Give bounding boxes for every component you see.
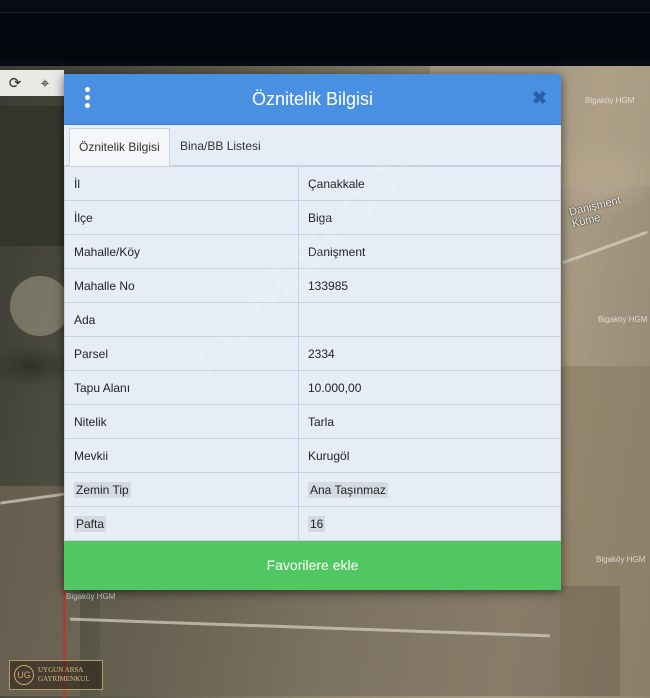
dialog-header: Öznitelik Bilgisi ✖ bbox=[64, 74, 561, 125]
attribute-value: Kurugöl bbox=[298, 438, 561, 473]
attribute-value bbox=[298, 302, 561, 337]
tab-building-list[interactable]: Bina/BB Listesi bbox=[171, 128, 270, 164]
attribute-value: 10.000,00 bbox=[298, 370, 561, 405]
table-row: Ada bbox=[64, 302, 561, 337]
attribute-value: Biga bbox=[298, 200, 561, 235]
table-row: İlçe Biga bbox=[64, 200, 561, 235]
attribute-value: 16 bbox=[298, 506, 561, 541]
attribute-key: Nitelik bbox=[64, 404, 299, 439]
logo-mark: UG bbox=[14, 665, 34, 685]
tab-attribute-info[interactable]: Öznitelik Bilgisi bbox=[69, 128, 170, 166]
attribute-table: İl Çanakkale İlçe Biga Mahalle/Köy Danişment M… bbox=[64, 166, 561, 541]
attribute-value: Danişment bbox=[298, 234, 561, 269]
refresh-icon[interactable]: ⟳ bbox=[0, 74, 30, 92]
attribute-value: Tarla bbox=[298, 404, 561, 439]
locate-icon[interactable]: ⌖ bbox=[30, 75, 60, 92]
table-row: Zemin Tip Ana Taşınmaz bbox=[64, 472, 561, 507]
logo-line-2: GAYRİMENKUL bbox=[38, 675, 90, 683]
tab-bar: Öznitelik Bilgisi Bina/BB Listesi bbox=[64, 125, 561, 166]
table-row: Parsel 2334 bbox=[64, 336, 561, 371]
map-label: Bigaköy HGM bbox=[596, 555, 646, 564]
table-row: Pafta 16 bbox=[64, 506, 561, 541]
attribute-key: Mahalle No bbox=[64, 268, 299, 303]
attribute-key: Zemin Tip bbox=[64, 472, 299, 507]
table-row: Mevkii Kurugöl bbox=[64, 438, 561, 473]
table-row: Mahalle/Köy Danişment bbox=[64, 234, 561, 269]
attribute-key: Parsel bbox=[64, 336, 299, 371]
attribute-key: İl bbox=[64, 166, 299, 201]
attribute-value: 2334 bbox=[298, 336, 561, 371]
map-label: Bigaköy HGM bbox=[598, 315, 648, 324]
company-logo: UG UYGUN ARSA GAYRİMENKUL bbox=[9, 660, 103, 690]
attribute-info-dialog: Öznitelik Bilgisi ✖ Öznitelik Bilgisi Bi… bbox=[64, 74, 561, 590]
close-icon[interactable]: ✖ bbox=[532, 88, 547, 109]
attribute-key: Tapu Alanı bbox=[64, 370, 299, 405]
map-label: Bigaköy HGM bbox=[585, 96, 635, 105]
attribute-value: Ana Taşınmaz bbox=[298, 472, 561, 507]
table-row: İl Çanakkale bbox=[64, 166, 561, 201]
dialog-title: Öznitelik Bilgisi bbox=[251, 89, 374, 109]
attribute-key: Mahalle/Köy bbox=[64, 234, 299, 269]
add-to-favorites-button[interactable]: Favorilere ekle bbox=[64, 541, 561, 590]
attribute-value: 133985 bbox=[298, 268, 561, 303]
logo-line-1: UYGUN ARSA bbox=[38, 666, 84, 674]
table-row: Tapu Alanı 10.000,00 bbox=[64, 370, 561, 405]
attribute-value: Çanakkale bbox=[298, 166, 561, 201]
attribute-key: Ada bbox=[64, 302, 299, 337]
table-row: Mahalle No 133985 bbox=[64, 268, 561, 303]
attribute-key: Pafta bbox=[64, 506, 299, 541]
table-row: Nitelik Tarla bbox=[64, 404, 561, 439]
top-bar bbox=[0, 0, 650, 69]
attribute-key: Mevkii bbox=[64, 438, 299, 473]
map-toolbar: ⟳ ⌖ bbox=[0, 70, 64, 96]
map-label: Bigaköy HGM bbox=[66, 592, 116, 601]
attribute-key: İlçe bbox=[64, 200, 299, 235]
